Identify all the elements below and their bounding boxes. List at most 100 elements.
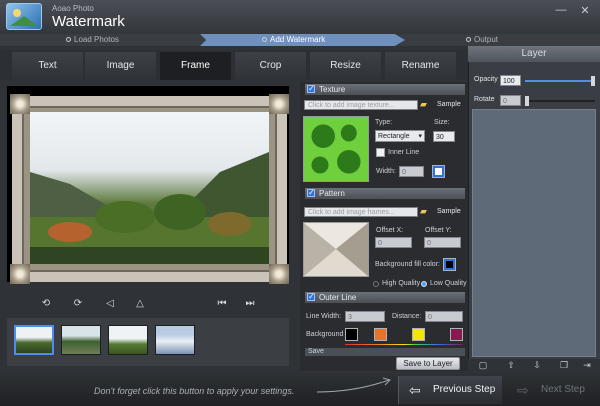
layer-list[interactable] [472,109,596,357]
texture-size-label: Size: [434,119,450,126]
chevron-down-icon: ▾ [418,133,422,140]
landscape-image [30,152,269,264]
apply-icon[interactable]: ⇥ [580,360,594,371]
flip-horizontal-icon[interactable]: ◁ [102,298,118,309]
save-section-header: Save [305,348,465,356]
texture-checkbox[interactable] [307,83,315,94]
texture-width-input[interactable]: 0 [399,166,424,177]
save-to-layer-button[interactable]: Save to Layer [396,357,460,370]
outer-color-swatch[interactable] [412,328,425,341]
low-quality-label: Low Quality [430,280,467,287]
tab-crop[interactable]: Crop [235,52,306,80]
distance-label: Distance: [392,313,422,320]
next-step-button[interactable]: ⇨ Next Step [505,376,597,404]
color-gradient-line [345,344,463,345]
thumbnail[interactable] [61,325,101,355]
frame-corner-ornament [269,264,289,284]
hint-arrow-icon [316,377,391,393]
import-icon[interactable]: ⇩ [530,360,544,371]
previous-step-button[interactable]: ⇦ Previous Step [398,376,502,404]
outer-line-section-header[interactable]: Outer Line [305,291,465,303]
app-logo-icon [6,3,42,30]
bg-fill-color-label: Background fill color: [375,261,440,268]
rotate-right-icon[interactable]: ⟳ [70,298,86,309]
tab-rename[interactable]: Rename [385,52,456,80]
texture-color-picker[interactable] [432,165,445,178]
frame-corner-ornament [10,94,30,114]
step-load-photos[interactable]: Load Photos [66,35,119,44]
texture-section-header[interactable]: Texture [305,83,465,95]
copy-icon[interactable]: ❐ [557,360,571,371]
outer-line-background-label: Background [306,331,344,338]
layer-panel-title: Layer [468,46,600,62]
opacity-slider-handle[interactable] [591,76,595,86]
low-quality-radio[interactable] [421,281,427,287]
pattern-section-header[interactable]: Pattern [305,187,465,199]
pattern-checkbox[interactable] [307,187,315,198]
frame-corner-ornament [269,94,289,114]
texture-type-label: Type: [375,119,393,126]
arrow-left-icon: ⇦ [409,382,421,398]
frame-corner-ornament [10,264,30,284]
preview-photo [30,112,269,264]
rotate-input[interactable]: 0 [500,95,521,106]
rotate-slider-handle[interactable] [525,96,529,106]
rotate-slider[interactable] [525,100,595,102]
opacity-input[interactable]: 100 [500,75,521,86]
minimize-icon[interactable]: — [554,4,568,16]
high-quality-label: High Quality [382,280,421,287]
flip-vertical-icon[interactable]: △ [132,298,148,309]
bg-fill-color-picker[interactable] [443,258,456,271]
offset-x-input[interactable]: 0 [375,237,412,248]
folder-icon[interactable]: ▰ [420,206,427,217]
texture-sample-button[interactable]: Sample [437,101,461,108]
pattern-preview [303,222,369,277]
tab-image[interactable]: Image [85,52,156,80]
outer-line-checkbox[interactable] [307,291,315,302]
texture-path-input[interactable]: Click to add image texture... [304,100,418,110]
app-title: Watermark [52,13,125,30]
distance-input[interactable]: 0 [425,311,463,322]
tab-frame[interactable]: Frame [160,52,231,80]
pattern-frame-image [304,223,368,276]
export-icon[interactable]: ⇧ [504,360,518,371]
step-output[interactable]: Output [466,35,498,44]
thumbnail[interactable] [155,325,195,355]
close-icon[interactable]: ✕ [578,4,592,17]
texture-size-input[interactable]: 30 [433,131,455,142]
tab-resize[interactable]: Resize [310,52,381,80]
opacity-slider-fill [525,80,595,82]
rotate-left-icon[interactable]: ⟲ [38,298,54,309]
tab-text[interactable]: Text [12,52,83,80]
outer-color-swatch[interactable] [450,328,463,341]
opacity-slider[interactable] [525,80,595,82]
arrow-right-icon: ⇨ [517,382,529,398]
texture-width-label: Width: [376,168,396,175]
last-photo-icon[interactable]: ⏭ [242,298,258,309]
opacity-label: Opacity [474,76,498,83]
step-dot-icon [66,37,71,42]
offset-x-label: Offset X: [376,227,404,234]
step-dot-icon [466,37,471,42]
rotate-label: Rotate [474,96,495,103]
offset-y-input[interactable]: 0 [424,237,461,248]
texture-preview [303,116,369,182]
app-subtitle: Aoao Photo [52,4,94,13]
inner-line-checkbox[interactable] [376,148,385,157]
folder-icon[interactable]: ▰ [420,99,427,110]
pattern-path-input[interactable]: Click to add image frames... [304,207,418,217]
high-quality-radio[interactable] [373,281,379,287]
thumbnail[interactable] [108,325,148,355]
offset-y-label: Offset Y: [425,227,452,234]
outer-color-swatch[interactable] [374,328,387,341]
step-dot-icon [262,37,267,42]
pattern-sample-button[interactable]: Sample [437,208,461,215]
first-photo-icon[interactable]: ⏮ [214,298,230,309]
inner-line-label: Inner Line [388,149,420,156]
new-layer-icon[interactable]: ▢ [476,360,490,371]
outer-color-swatch[interactable] [345,328,358,341]
texture-type-select[interactable]: Rectangle ▾ [375,130,425,142]
thumbnail[interactable] [14,325,54,355]
step-add-watermark[interactable]: Add Watermark [262,35,325,44]
line-width-input[interactable]: 3 [345,311,385,322]
